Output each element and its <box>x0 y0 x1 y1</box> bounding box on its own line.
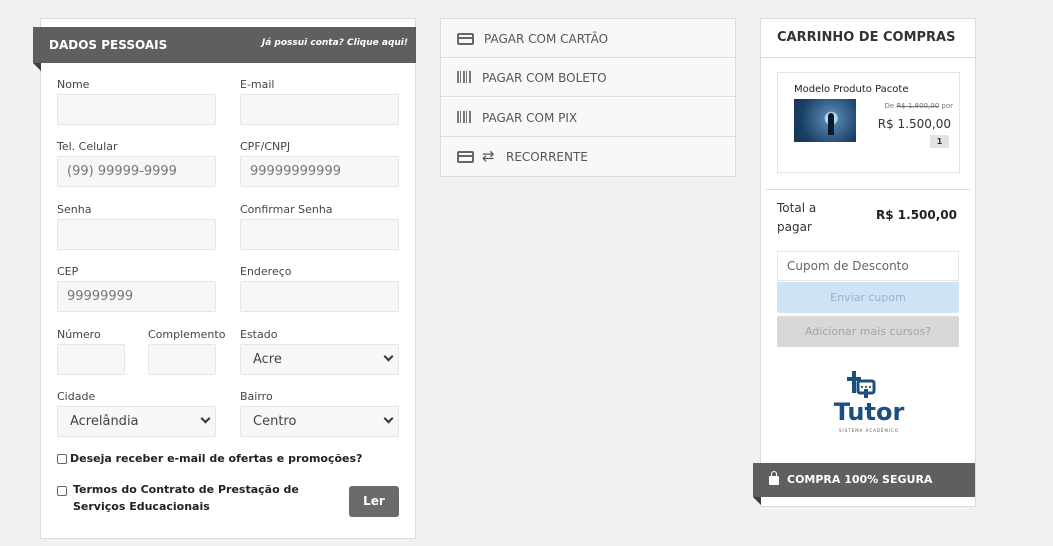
personal-data-title: DADOS PESSOAIS <box>49 38 168 52</box>
product-quantity-badge: 1 <box>930 135 949 148</box>
endereco-label: Endereço <box>240 265 292 278</box>
send-coupon-button[interactable]: Enviar cupom <box>777 282 959 313</box>
cpf-input[interactable]: 99999999999 <box>240 156 399 187</box>
total-label: Total a pagar <box>777 201 817 234</box>
complemento-input[interactable] <box>148 344 216 375</box>
bairro-value: Centro <box>253 414 297 429</box>
cidade-label: Cidade <box>57 390 96 403</box>
endereco-input[interactable] <box>240 281 399 312</box>
product-name: Modelo Produto Pacote <box>794 84 909 95</box>
secure-purchase-banner: COMPRA 100% SEGURA <box>753 463 975 497</box>
cart-product: Modelo Produto Pacote De R$ 1.800,00 por… <box>777 72 960 173</box>
coupon-input[interactable]: Cupom de Desconto <box>777 251 959 281</box>
email-label: E-mail <box>240 78 275 91</box>
senha-label: Senha <box>57 203 92 216</box>
estado-label: Estado <box>240 328 278 341</box>
cep-label: CEP <box>57 265 79 278</box>
tutor-logo: Tutor SISTEMA ACADÊMICO <box>827 369 911 437</box>
lock-icon <box>769 471 779 485</box>
termos-label: Termos do Contrato de Prestação de Servi… <box>73 483 299 513</box>
pay-pix-option[interactable]: PAGAR COM PIX <box>441 98 735 137</box>
confirmar-senha-input[interactable] <box>240 219 399 250</box>
bairro-label: Bairro <box>240 390 273 403</box>
cpf-label: CPF/CNPJ <box>240 140 291 153</box>
add-courses-button[interactable]: Adicionar mais cursos? <box>777 316 959 347</box>
pay-recurring-option[interactable]: ⇄ RECORRENTE <box>441 137 735 176</box>
barcode-icon <box>457 111 472 123</box>
pay-card-option[interactable]: PAGAR COM CARTÃO <box>441 19 735 58</box>
payment-options: PAGAR COM CARTÃO PAGAR COM BOLETO PAGAR … <box>440 18 736 177</box>
senha-input[interactable] <box>57 219 216 250</box>
chevron-down-icon <box>383 351 394 362</box>
old-price-value: R$ 1.800,00 <box>896 102 940 110</box>
product-price: R$ 1.500,00 <box>877 117 951 131</box>
cidade-value: Acrelândia <box>70 414 139 429</box>
celular-label: Tel. Celular <box>57 140 118 153</box>
repeat-icon: ⇄ <box>482 147 495 165</box>
banner-ribbon-fold <box>753 497 761 505</box>
old-price-prefix: De <box>884 102 895 110</box>
pay-pix-label: PAGAR COM PIX <box>482 111 578 125</box>
divider <box>761 57 975 58</box>
nome-label: Nome <box>57 78 90 91</box>
complemento-label: Complemento <box>148 328 226 341</box>
secure-purchase-label: COMPRA 100% SEGURA <box>787 473 933 486</box>
newsletter-checkbox[interactable] <box>57 454 67 464</box>
newsletter-label: Deseja receber e-mail de ofertas e promo… <box>70 452 363 465</box>
pay-card-label: PAGAR COM CARTÃO <box>484 32 609 46</box>
pay-boleto-label: PAGAR COM BOLETO <box>482 71 607 85</box>
estado-select[interactable]: Acre <box>240 344 399 375</box>
pay-boleto-option[interactable]: PAGAR COM BOLETO <box>441 58 735 97</box>
ler-button[interactable]: Ler <box>349 486 399 517</box>
numero-label: Número <box>57 328 101 341</box>
logo-subtitle: SISTEMA ACADÊMICO <box>838 428 900 433</box>
total-value: R$ 1.500,00 <box>876 208 957 222</box>
product-old-price: De R$ 1.800,00 por <box>885 102 954 110</box>
termos-checkbox[interactable] <box>57 486 67 496</box>
personal-data-card: DADOS PESSOAIS Já possui conta? Clique a… <box>33 18 416 539</box>
nome-input[interactable] <box>57 94 216 125</box>
confirmar-senha-label: Confirmar Senha <box>240 203 333 216</box>
login-link[interactable]: Já possui conta? Clique aqui! <box>262 38 408 48</box>
email-input[interactable] <box>240 94 399 125</box>
credit-card-icon <box>457 33 474 45</box>
cart-title: CARRINHO DE COMPRAS <box>777 30 956 45</box>
shopping-cart: CARRINHO DE COMPRAS Modelo Produto Pacot… <box>760 18 976 507</box>
tutor-logo-mark-icon <box>847 371 876 398</box>
divider <box>766 189 970 190</box>
cep-input[interactable]: 99999999 <box>57 281 216 312</box>
personal-data-header: DADOS PESSOAIS Já possui conta? Clique a… <box>33 27 416 63</box>
credit-card-icon <box>457 151 474 163</box>
logo-wordmark: Tutor <box>833 398 905 426</box>
header-ribbon-fold <box>33 63 41 71</box>
numero-input[interactable] <box>57 344 125 375</box>
barcode-icon <box>457 71 472 83</box>
product-thumbnail <box>794 99 856 142</box>
chevron-down-icon <box>383 413 394 424</box>
celular-input[interactable]: (99) 99999-9999 <box>57 156 216 187</box>
chevron-down-icon <box>200 413 211 424</box>
pay-recurring-label: RECORRENTE <box>506 150 588 164</box>
bairro-select[interactable]: Centro <box>240 406 399 437</box>
estado-value: Acre <box>253 352 282 367</box>
old-price-suffix: por <box>941 102 953 110</box>
cidade-select[interactable]: Acrelândia <box>57 406 216 437</box>
